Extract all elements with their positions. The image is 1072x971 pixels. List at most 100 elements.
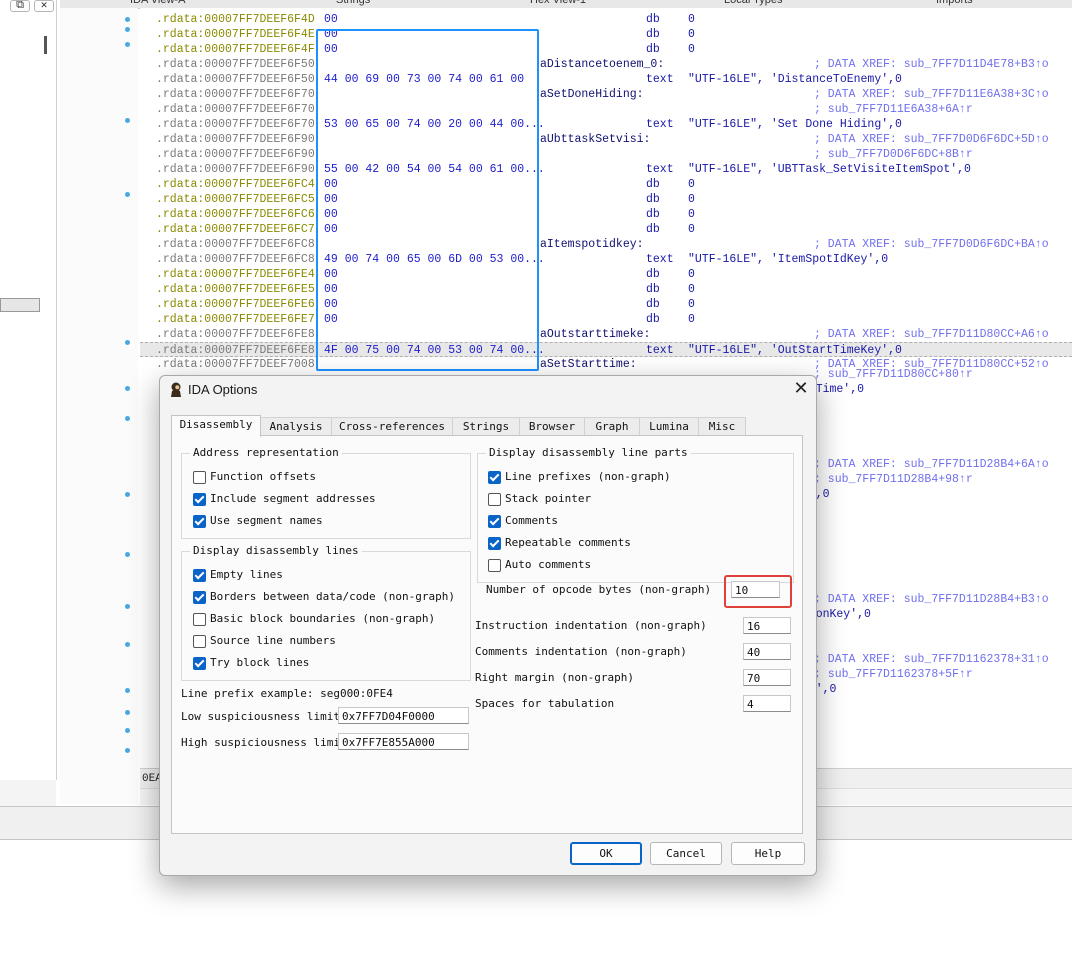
listing-address: .rdata:00007FF7DEEF6F70	[156, 88, 315, 101]
listing-address: .rdata:00007FF7DEEF6F90	[156, 163, 315, 176]
right-margin-input[interactable]: 70	[743, 669, 791, 686]
flow-marker-dot	[125, 17, 130, 22]
directive-operand: "UTF-16LE", 'OutStartTimeKey',0	[688, 344, 902, 357]
listing-line[interactable]: .rdata:00007FF7DEEF6F90 ; sub_7FF7D0D6F6D…	[140, 147, 1072, 162]
left-panel: ⧉ ✕	[0, 0, 57, 780]
directive: db	[646, 193, 660, 206]
view-tab[interactable]: IDA View-A	[130, 0, 185, 6]
low-suspiciousness-input[interactable]: 0x7FF7D04F0000	[338, 707, 469, 724]
listing-line[interactable]: .rdata:00007FF7DEEF6F4F 00 db 0	[140, 42, 1072, 57]
flow-marker-dot	[125, 604, 130, 609]
left-scrollbar-thumb[interactable]	[44, 36, 47, 54]
tab-disassembly[interactable]: Disassembly	[171, 415, 261, 437]
checkbox-box[interactable]	[488, 493, 501, 506]
listing-line[interactable]: .rdata:00007FF7DEEF6FE8 aOutstarttimeke:;…	[140, 327, 1072, 342]
checkbox-box[interactable]	[193, 635, 206, 648]
checkbox-box[interactable]	[488, 537, 501, 550]
restore-icon[interactable]: ⧉	[10, 0, 30, 12]
tab-browser[interactable]: Browser	[519, 417, 585, 436]
listing-line[interactable]: .rdata:00007FF7DEEF6FE7 00 db 0	[140, 312, 1072, 327]
listing-line[interactable]: .rdata:00007FF7DEEF6FC6 00 db 0	[140, 207, 1072, 222]
instruction-indentation-label: Instruction indentation (non-graph)	[475, 619, 707, 632]
checkbox-box[interactable]	[193, 591, 206, 604]
view-tab[interactable]: Strings	[336, 0, 370, 6]
left-panel-scrollbar[interactable]	[0, 298, 40, 312]
directive-operand: 0	[688, 283, 695, 296]
view-tab[interactable]: Imports	[936, 0, 973, 6]
listing-line[interactable]: .rdata:00007FF7DEEF6F70 aSetDoneHiding: ; …	[140, 87, 1072, 102]
checkbox-box[interactable]	[193, 471, 206, 484]
xref-comment: ; DATA XREF: sub_7FF7D0D6F6DC+5D↑o	[814, 133, 1049, 146]
listing-line[interactable]: .rdata:00007FF7DEEF6F50 44 00 69 00 73 00…	[140, 72, 1072, 87]
view-tab[interactable]: Hex View-1	[530, 0, 586, 6]
instruction-indentation-input[interactable]: 16	[743, 617, 791, 634]
listing-line[interactable]: .rdata:00007FF7DEEF6FC8 aItemspotidkey: ; …	[140, 237, 1072, 252]
listing-line[interactable]: .rdata:00007FF7DEEF6FE8 4F 00 75 00 74 00…	[140, 342, 1072, 357]
close-icon[interactable]: ✕	[34, 0, 54, 12]
tab-graph[interactable]: Graph	[584, 417, 640, 436]
directive: text	[646, 118, 674, 131]
checkbox-label: Borders between data/code (non-graph)	[210, 590, 456, 603]
listing-address: .rdata:00007FF7DEEF6FE7	[156, 313, 315, 326]
directive: db	[646, 178, 660, 191]
directive: db	[646, 283, 660, 296]
listing-line[interactable]: .rdata:00007FF7DEEF6F70 53 00 65 00 74 00…	[140, 117, 1072, 132]
listing-line[interactable]: .rdata:00007FF7DEEF6F70 ; sub_7FF7D11E6A3…	[140, 102, 1072, 117]
tab-lumina[interactable]: Lumina	[639, 417, 699, 436]
listing-line[interactable]: .rdata:00007FF7DEEF6F90 55 00 42 00 54 00…	[140, 162, 1072, 177]
group-display-line-parts: Display disassembly line parts Line pref…	[477, 446, 794, 583]
checkbox-box[interactable]	[193, 493, 206, 506]
directive: db	[646, 223, 660, 236]
checkbox-label: Include segment addresses	[210, 492, 376, 505]
checkbox-box[interactable]	[193, 515, 206, 528]
directive-operand: "UTF-16LE", 'Set Done Hiding',0	[688, 118, 902, 131]
tab-cross-references[interactable]: Cross-references	[331, 417, 453, 436]
directive-operand: "UTF-16LE", 'UBTTask_SetVisiteItemSpot',…	[688, 163, 971, 176]
flow-marker-dot	[125, 748, 130, 753]
flow-marker-dot	[125, 416, 130, 421]
listing-line[interactable]: .rdata:00007FF7DEEF6FC8 49 00 74 00 65 00…	[140, 252, 1072, 267]
high-suspiciousness-input[interactable]: 0x7FF7E855A000	[338, 733, 469, 750]
xref-comment: ; DATA XREF: sub_7FF7D11D28B4+6A↑o	[814, 458, 1049, 471]
listing-address: .rdata:00007FF7DEEF6F4F	[156, 43, 315, 56]
checkbox-box[interactable]	[488, 471, 501, 484]
close-button[interactable]: ✕	[790, 377, 812, 399]
listing-address: .rdata:00007FF7DEEF6FE4	[156, 268, 315, 281]
flow-marker-dot	[125, 118, 130, 123]
right-margin-label: Right margin (non-graph)	[475, 671, 634, 684]
listing-line[interactable]: .rdata:00007FF7DEEF6F50 aDistancetoenem_0…	[140, 57, 1072, 72]
tab-misc[interactable]: Misc	[698, 417, 746, 436]
data-label: aSetDoneHiding:	[540, 88, 644, 101]
checkbox-box[interactable]	[193, 569, 206, 582]
checkbox-box[interactable]	[488, 515, 501, 528]
directive-operand: 0	[688, 13, 695, 26]
flow-marker-dot	[125, 710, 130, 715]
opcode-bytes: 00	[324, 13, 338, 26]
listing-line[interactable]: .rdata:00007FF7DEEF6FC7 00 db 0	[140, 222, 1072, 237]
listing-line[interactable]: .rdata:00007FF7DEEF6F90 aUbttaskSetvisi:;…	[140, 132, 1072, 147]
flow-marker-dot	[125, 642, 130, 647]
help-button[interactable]: Help	[731, 842, 805, 865]
cancel-button[interactable]: Cancel	[650, 842, 722, 865]
spaces-tabulation-input[interactable]: 4	[743, 695, 791, 712]
checkbox-label: Repeatable comments	[505, 536, 631, 549]
listing-line[interactable]: .rdata:00007FF7DEEF6FE6 00 db 0	[140, 297, 1072, 312]
comments-indentation-input[interactable]: 40	[743, 643, 791, 660]
listing-line[interactable]: .rdata:00007FF7DEEF6F4E 00 db 0	[140, 27, 1072, 42]
listing-line[interactable]: .rdata:00007FF7DEEF6FC4 00 db 0	[140, 177, 1072, 192]
tab-analysis[interactable]: Analysis	[260, 417, 332, 436]
xref-comment: ; sub_7FF7D11E6A38+6A↑r	[814, 103, 973, 116]
listing-line[interactable]: .rdata:00007FF7DEEF6FE5 00 db 0	[140, 282, 1072, 297]
checkbox-box[interactable]	[193, 613, 206, 626]
listing-line[interactable]: .rdata:00007FF7DEEF6FE4 00 db 0	[140, 267, 1072, 282]
low-suspiciousness-label: Low suspiciousness limit	[181, 710, 340, 723]
ok-button[interactable]: OK	[570, 842, 642, 865]
view-tab[interactable]: Local Types	[724, 0, 783, 6]
opcode-bytes-highlight-box	[724, 575, 792, 608]
listing-line[interactable]: .rdata:00007FF7DEEF6F4D 00 db 0	[140, 12, 1072, 27]
checkbox-box[interactable]	[193, 657, 206, 670]
tab-strings[interactable]: Strings	[452, 417, 520, 436]
listing-line[interactable]: .rdata:00007FF7DEEF6FC5 00 db 0	[140, 192, 1072, 207]
checkbox-box[interactable]	[488, 559, 501, 572]
checkbox-label: Comments	[505, 514, 558, 527]
